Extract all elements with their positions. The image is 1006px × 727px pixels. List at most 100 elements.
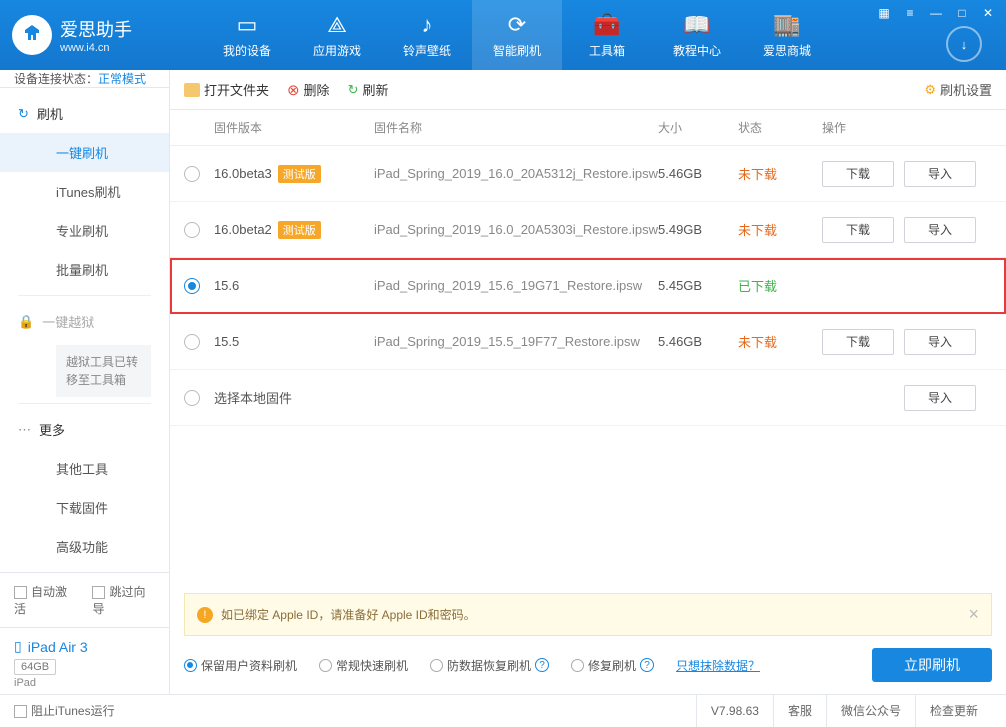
sidebar: 设备连接状态： 正常模式 ↻刷机 一键刷机 iTunes刷机 专业刷机 批量刷机… — [0, 70, 170, 694]
erase-only-link[interactable]: 只想抹除数据？ — [676, 657, 760, 674]
nav-store[interactable]: 🏬爱思商城 — [742, 0, 832, 70]
help-icon[interactable]: ? — [535, 658, 549, 672]
sidebar-item-download[interactable]: 下载固件 — [0, 488, 169, 527]
app-url: www.i4.cn — [60, 42, 132, 54]
option-repair[interactable]: 修复刷机? — [571, 657, 654, 674]
sidebar-more-heading[interactable]: ⋯更多 — [0, 410, 169, 449]
sidebar-item-oneclick[interactable]: 一键刷机 — [0, 133, 169, 172]
option-keep-data[interactable]: 保留用户资料刷机 — [184, 657, 297, 674]
table-header: 固件版本 固件名称 大小 状态 操作 — [170, 110, 1006, 146]
auto-activate-checkbox[interactable]: 自动激活 — [14, 583, 76, 617]
open-folder-button[interactable]: 打开文件夹 — [184, 80, 269, 99]
import-local-button[interactable]: 导入 — [904, 385, 976, 411]
nav-apps[interactable]: ⟁应用游戏 — [292, 0, 382, 70]
flash-now-button[interactable]: 立即刷机 — [872, 648, 992, 682]
sidebar-item-advanced[interactable]: 高级功能 — [0, 527, 169, 566]
download-button[interactable]: 下载 — [822, 329, 894, 355]
download-button[interactable]: 下载 — [822, 217, 894, 243]
logo-icon — [12, 15, 52, 55]
toolbar: 打开文件夹 ⊗删除 ↻刷新 ⚙刷机设置 — [170, 70, 1006, 110]
refresh-button[interactable]: ↻刷新 — [348, 80, 389, 99]
connection-status: 设备连接状态： 正常模式 — [0, 70, 169, 88]
firmware-row[interactable]: 16.0beta3测试版iPad_Spring_2019_16.0_20A531… — [170, 146, 1006, 202]
main-content: 打开文件夹 ⊗删除 ↻刷新 ⚙刷机设置 固件版本 固件名称 大小 状态 操作 1… — [170, 70, 1006, 694]
import-button[interactable]: 导入 — [904, 217, 976, 243]
skip-wizard-checkbox[interactable]: 跳过向导 — [92, 583, 154, 617]
device-info[interactable]: ▯iPad Air 3 64GB iPad — [0, 627, 169, 699]
beta-badge: 测试版 — [278, 221, 321, 239]
toolbox-icon: 🧰 — [594, 12, 620, 38]
nav-flash[interactable]: ⟳智能刷机 — [472, 0, 562, 70]
radio-firmware[interactable] — [184, 334, 200, 350]
help-icon[interactable]: ? — [640, 658, 654, 672]
refresh-icon: ↻ — [348, 82, 359, 98]
status-badge: 未下载 — [738, 164, 822, 183]
book-icon: 📖 — [684, 12, 710, 38]
radio-local[interactable] — [184, 390, 200, 406]
status-badge: 未下载 — [738, 220, 822, 239]
block-itunes-checkbox[interactable]: 阻止iTunes运行 — [14, 702, 115, 719]
app-header: 爱思助手 www.i4.cn ▭我的设备 ⟁应用游戏 ♪铃声壁纸 ⟳智能刷机 🧰… — [0, 0, 1006, 70]
status-mode: 正常模式 — [98, 70, 146, 87]
radio-firmware[interactable] — [184, 222, 200, 238]
delete-button[interactable]: ⊗删除 — [287, 80, 330, 99]
check-update-button[interactable]: 检查更新 — [915, 695, 992, 727]
lock-icon: 🔒 — [18, 314, 34, 330]
sidebar-item-pro[interactable]: 专业刷机 — [0, 211, 169, 250]
firmware-row[interactable]: 15.5iPad_Spring_2019_15.5_19F77_Restore.… — [170, 314, 1006, 370]
close-warning-button[interactable]: × — [968, 604, 979, 625]
settings-button[interactable]: ⚙刷机设置 — [924, 80, 992, 99]
radio-firmware[interactable] — [184, 166, 200, 182]
warning-icon: ! — [197, 607, 213, 623]
delete-icon: ⊗ — [287, 81, 300, 99]
wechat-button[interactable]: 微信公众号 — [826, 695, 915, 727]
import-button[interactable]: 导入 — [904, 329, 976, 355]
folder-icon — [184, 83, 200, 97]
refresh-icon: ⟳ — [504, 12, 530, 38]
apps-icon: ⟁ — [324, 12, 350, 38]
app-title: 爱思助手 — [60, 16, 132, 42]
flash-icon: ↻ — [18, 106, 29, 122]
menu-icon[interactable]: ≡ — [898, 4, 922, 22]
sidebar-item-itunes[interactable]: iTunes刷机 — [0, 172, 169, 211]
maximize-icon[interactable]: □ — [950, 4, 974, 22]
window-controls: ▦ ≡ — □ ✕ — [872, 4, 1000, 22]
radio-firmware[interactable] — [184, 278, 200, 294]
device-icon: ▭ — [234, 12, 260, 38]
sidebar-flash-heading[interactable]: ↻刷机 — [0, 94, 169, 133]
nav-toolbox[interactable]: 🧰工具箱 — [562, 0, 652, 70]
download-progress-icon[interactable]: ↓ — [946, 26, 982, 62]
sidebar-jailbreak-heading: 🔒一键越狱 — [0, 302, 169, 341]
music-icon: ♪ — [414, 12, 440, 38]
beta-badge: 测试版 — [278, 165, 321, 183]
close-icon[interactable]: ✕ — [976, 4, 1000, 22]
sidebar-item-other[interactable]: 其他工具 — [0, 449, 169, 488]
app-logo: 爱思助手 www.i4.cn — [12, 15, 192, 55]
gear-icon: ⚙ — [924, 82, 936, 98]
apple-id-warning: ! 如已绑定 Apple ID，请准备好 Apple ID和密码。 × — [184, 593, 992, 636]
download-button[interactable]: 下载 — [822, 161, 894, 187]
support-button[interactable]: 客服 — [773, 695, 826, 727]
option-anti-recovery[interactable]: 防数据恢复刷机? — [430, 657, 549, 674]
nav-ringtone[interactable]: ♪铃声壁纸 — [382, 0, 472, 70]
ipad-icon: ▯ — [14, 638, 22, 655]
firmware-row[interactable]: 15.6iPad_Spring_2019_15.6_19G71_Restore.… — [170, 258, 1006, 314]
option-normal[interactable]: 常规快速刷机 — [319, 657, 408, 674]
capacity-badge: 64GB — [14, 659, 56, 675]
nav-device[interactable]: ▭我的设备 — [202, 0, 292, 70]
nav-tutorial[interactable]: 📖教程中心 — [652, 0, 742, 70]
jailbreak-note: 越狱工具已转移至工具箱 — [56, 345, 151, 397]
sidebar-item-batch[interactable]: 批量刷机 — [0, 250, 169, 289]
flash-options: 保留用户资料刷机 常规快速刷机 防数据恢复刷机? 修复刷机? 只想抹除数据？ 立… — [184, 648, 992, 682]
main-nav: ▭我的设备 ⟁应用游戏 ♪铃声壁纸 ⟳智能刷机 🧰工具箱 📖教程中心 🏬爱思商城 — [202, 0, 832, 70]
status-badge: 未下载 — [738, 332, 822, 351]
local-firmware-row[interactable]: 选择本地固件 导入 — [170, 370, 1006, 426]
skin-icon[interactable]: ▦ — [872, 4, 896, 22]
more-icon: ⋯ — [18, 422, 31, 438]
minimize-icon[interactable]: — — [924, 4, 948, 22]
firmware-row[interactable]: 16.0beta2测试版iPad_Spring_2019_16.0_20A530… — [170, 202, 1006, 258]
import-button[interactable]: 导入 — [904, 161, 976, 187]
store-icon: 🏬 — [774, 12, 800, 38]
version-label: V7.98.63 — [696, 695, 773, 727]
status-badge: 已下载 — [738, 276, 822, 295]
